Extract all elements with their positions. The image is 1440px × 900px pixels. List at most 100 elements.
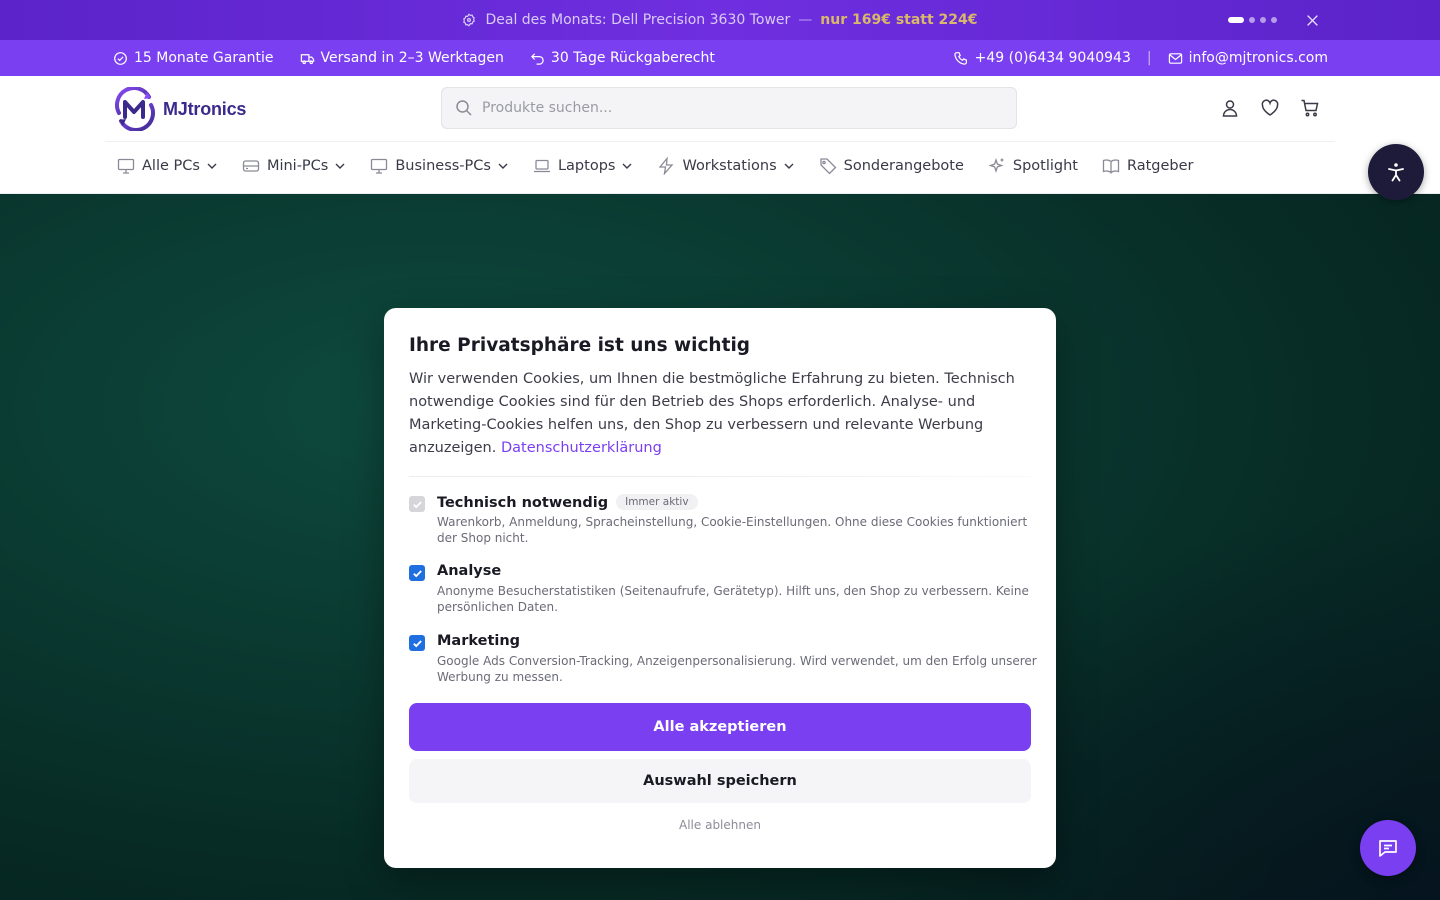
phone-text[interactable]: +49 (0)6434 9040943 xyxy=(975,50,1131,66)
marketing-checkbox[interactable] xyxy=(409,635,425,651)
save-selection-button[interactable]: Auswahl speichern xyxy=(409,759,1031,803)
search-input[interactable] xyxy=(482,100,1002,116)
heart-icon xyxy=(1261,99,1279,116)
search-bar[interactable] xyxy=(441,87,1017,129)
promo-price[interactable]: nur 169€ statt 224€ xyxy=(820,12,977,28)
wishlist-button[interactable] xyxy=(1260,98,1280,118)
lightning-icon xyxy=(659,157,674,175)
book-icon xyxy=(1102,159,1120,174)
close-icon xyxy=(1306,14,1318,26)
nav-label: Sonderangebote xyxy=(843,158,964,174)
desktop-icon xyxy=(371,158,388,174)
check-circle-icon xyxy=(114,51,127,65)
nav-item-alle-pcs[interactable]: Alle PCs xyxy=(117,157,218,175)
nav-label: Alle PCs xyxy=(142,158,200,174)
promo-dot-3[interactable] xyxy=(1260,17,1266,23)
tag-icon xyxy=(462,13,476,27)
necessary-description: Warenkorb, Anmeldung, Spracheinstellung,… xyxy=(437,515,1028,545)
promo-pagination xyxy=(1228,17,1277,23)
laptop-icon xyxy=(533,159,550,173)
option-title: Technisch notwendig Immer aktiv xyxy=(437,494,698,511)
chat-button[interactable] xyxy=(1360,820,1416,876)
nav-item-mini-pcs[interactable]: Mini-PCs xyxy=(242,157,346,175)
nav-label: Workstations xyxy=(682,158,777,174)
analytics-title[interactable]: Analyse xyxy=(437,563,501,579)
chevron-down-icon xyxy=(207,163,217,169)
sparkle-icon xyxy=(988,157,1004,174)
site-logo[interactable]: MJtronics xyxy=(113,87,246,131)
promo-close-button[interactable] xyxy=(1304,12,1320,28)
nav-item-laptops[interactable]: Laptops xyxy=(533,157,633,175)
accessibility-button[interactable] xyxy=(1368,144,1424,200)
site-header: MJtronics Alle PCs Mini-PCs Business xyxy=(0,76,1440,194)
promo-dot-4[interactable] xyxy=(1271,17,1277,23)
dialog-intro: Wir verwenden Cookies, um Ihnen die best… xyxy=(409,368,1031,460)
dialog-title: Ihre Privatsphäre ist uns wichtig xyxy=(409,335,751,356)
marketing-title[interactable]: Marketing xyxy=(437,633,520,649)
nav-item-business-pcs[interactable]: Business-PCs xyxy=(370,157,509,175)
cookie-consent-dialog: Ihre Privatsphäre ist uns wichtig Wir ve… xyxy=(384,308,1056,868)
promo-bar: Deal des Monats: Dell Precision 3630 Tow… xyxy=(0,0,1440,40)
marketing-description: Google Ads Conversion-Tracking, Anzeigen… xyxy=(437,654,1037,684)
warranty-info: 15 Monate Garantie xyxy=(113,50,274,66)
privacy-policy-link[interactable]: Datenschutzerklärung xyxy=(501,440,662,456)
shipping-text: Versand in 2–3 Werktagen xyxy=(320,50,504,66)
email-link[interactable]: info@mjtronics.com xyxy=(1168,50,1328,66)
nav-label: Laptops xyxy=(557,158,616,174)
chevron-down-icon xyxy=(622,163,632,169)
logo-mark-icon xyxy=(115,87,155,131)
nav-item-sonderangebote[interactable]: Sonderangebote xyxy=(819,157,964,175)
nav-item-ratgeber[interactable]: Ratgeber xyxy=(1102,157,1194,175)
necessary-checkbox xyxy=(409,496,425,512)
checkmark-icon xyxy=(412,500,422,508)
promo-dot-2[interactable] xyxy=(1249,17,1255,23)
cart-button[interactable] xyxy=(1300,98,1320,118)
promo-separator: — xyxy=(798,12,813,28)
price-tag-icon xyxy=(819,158,837,175)
promo-text[interactable]: Deal des Monats: Dell Precision 3630 Tow… xyxy=(485,12,790,28)
nav-item-spotlight[interactable]: Spotlight xyxy=(988,157,1078,175)
nav-label: Mini-PCs xyxy=(266,158,329,174)
search-icon xyxy=(456,100,472,116)
analytics-description: Anonyme Besucherstatistiken (Seitenaufru… xyxy=(437,584,1029,614)
checkmark-icon xyxy=(412,569,422,577)
cart-icon xyxy=(1301,99,1319,117)
infobar-divider: | xyxy=(1146,50,1152,66)
email-text[interactable]: info@mjtronics.com xyxy=(1189,50,1328,66)
logo-text: MJtronics xyxy=(163,98,247,119)
mail-icon xyxy=(1168,52,1182,64)
mini-pc-icon xyxy=(242,160,260,172)
returns-text: 30 Tage Rückgaberecht xyxy=(550,50,715,66)
header-divider xyxy=(105,141,1335,142)
reject-all-button[interactable]: Alle ablehnen xyxy=(409,818,1031,836)
dialog-intro-text: Wir verwenden Cookies, um Ihnen die best… xyxy=(409,371,1015,456)
nav-label: Ratgeber xyxy=(1126,158,1194,174)
shipping-info: Versand in 2–3 Werktagen xyxy=(300,50,504,66)
header-actions xyxy=(1220,98,1320,118)
chat-bubble-icon xyxy=(1379,840,1397,857)
chevron-down-icon xyxy=(335,163,345,169)
return-arrow-icon xyxy=(530,52,544,65)
dialog-divider xyxy=(409,476,1031,477)
returns-info: 30 Tage Rückgaberecht xyxy=(530,50,715,66)
promo-dot-1[interactable] xyxy=(1228,17,1244,23)
monitor-icon xyxy=(117,158,135,174)
checkmark-icon xyxy=(412,639,422,647)
account-button[interactable] xyxy=(1220,98,1240,118)
phone-link[interactable]: +49 (0)6434 9040943 xyxy=(953,50,1131,66)
nav-label: Spotlight xyxy=(1012,158,1078,174)
nav-item-workstations[interactable]: Workstations xyxy=(657,157,794,175)
info-bar: 15 Monate Garantie Versand in 2–3 Werkta… xyxy=(0,40,1440,76)
warranty-text: 15 Monate Garantie xyxy=(134,50,274,66)
truck-icon xyxy=(300,53,314,64)
chevron-down-icon xyxy=(784,163,794,169)
always-active-badge: Immer aktiv xyxy=(616,494,698,510)
necessary-title: Technisch notwendig xyxy=(437,495,609,511)
chevron-down-icon xyxy=(498,163,508,169)
phone-icon xyxy=(953,51,967,65)
main-nav: Alle PCs Mini-PCs Business-PCs Laptops W… xyxy=(117,154,1218,178)
accept-all-button[interactable]: Alle akzeptieren xyxy=(409,703,1031,751)
nav-label: Business-PCs xyxy=(395,158,491,174)
accessibility-icon xyxy=(1388,163,1404,182)
analytics-checkbox[interactable] xyxy=(409,565,425,581)
